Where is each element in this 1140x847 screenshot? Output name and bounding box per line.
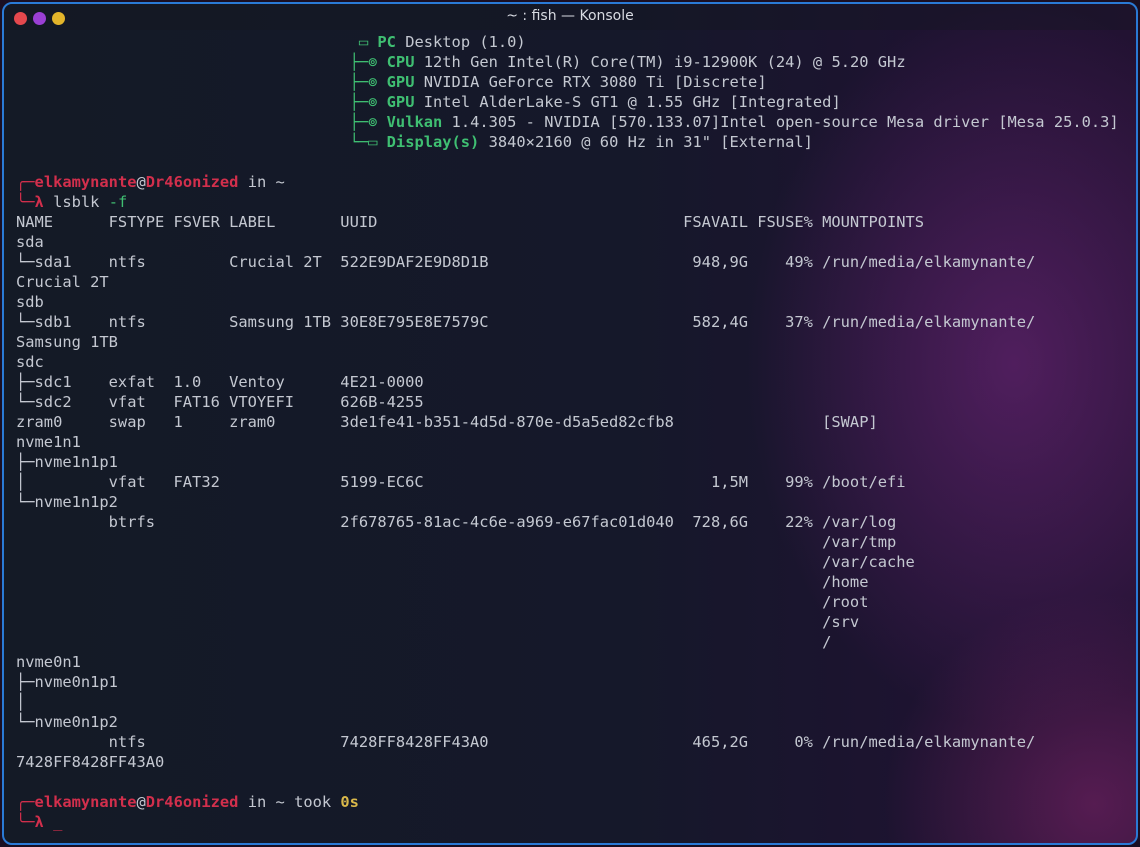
lsblk-row: /home: [16, 573, 869, 591]
prompt-host: Dr46onized: [145, 793, 239, 811]
fastfetch-line: ├─⊚ CPU 12th Gen Intel(R) Core(TM) i9-12…: [16, 52, 1136, 72]
fastfetch-label: Display(s): [386, 133, 480, 151]
prompt-user: elkamynante: [34, 173, 137, 191]
fastfetch-value: Desktop (1.0): [405, 33, 526, 51]
tree-branch: ▭: [349, 33, 378, 51]
fastfetch-label: PC: [377, 33, 396, 51]
lsblk-row: nvme0n1: [16, 653, 81, 671]
fastfetch-label: GPU: [386, 93, 415, 111]
title-bar[interactable]: ~ : fish — Konsole: [4, 4, 1136, 30]
lsblk-row: btrfs 2f678765-81ac-4c6e-a969-e67fac01d0…: [16, 513, 897, 531]
lsblk-row: │ vfat FAT32 5199-EC6C 1,5M 99% /boot/ef…: [16, 473, 906, 491]
tree-branch: ├─⊚: [349, 53, 387, 71]
prompt-at: @: [136, 173, 146, 191]
fastfetch-line: ▭ PC Desktop (1.0): [16, 32, 1136, 52]
konsole-window: ~ : fish — Konsole ▭ PC Desktop (1.0) ├─…: [2, 2, 1138, 845]
lsblk-row: /root: [16, 593, 869, 611]
lsblk-row: ├─nvme0n1p1: [16, 673, 118, 691]
prompt-in: in: [238, 173, 276, 191]
prompt-cwd: ~: [275, 173, 285, 191]
lsblk-row: └─sda1 ntfs Crucial 2T 522E9DAF2E9D8D1B …: [16, 253, 1036, 271]
terminal-output[interactable]: ▭ PC Desktop (1.0) ├─⊚ CPU 12th Gen Inte…: [16, 32, 1136, 843]
fastfetch-value: Intel AlderLake-S GT1 @ 1.55 GHz [Integr…: [423, 93, 841, 111]
terminal-cursor[interactable]: _: [53, 813, 62, 831]
prompt-in: in: [238, 793, 276, 811]
fastfetch-info: ▭ PC Desktop (1.0) ├─⊚ CPU 12th Gen Inte…: [16, 32, 1136, 152]
lsblk-row: sda: [16, 233, 44, 251]
prompt-lambda-icon: λ: [34, 813, 44, 831]
lsblk-row: └─nvme1n1p2: [16, 493, 118, 511]
lsblk-row: /: [16, 633, 832, 651]
lsblk-row: /var/cache: [16, 553, 915, 571]
lsblk-output: sda └─sda1 ntfs Crucial 2T 522E9DAF2E9D8D…: [16, 232, 1136, 772]
lsblk-row: /var/tmp: [16, 533, 897, 551]
window-title: ~ : fish — Konsole: [506, 8, 634, 24]
prompt-cwd: ~: [275, 793, 285, 811]
lsblk-row: 7428FF8428FF43A0: [16, 753, 165, 771]
lsblk-row: ├─sdc1 exfat 1.0 Ventoy 4E21-0000: [16, 373, 424, 391]
command-flag: -f: [108, 193, 128, 211]
lsblk-row: nvme1n1: [16, 433, 81, 451]
lsblk-row: sdb: [16, 293, 44, 311]
prompt-user: elkamynante: [34, 793, 137, 811]
lsblk-row: ntfs 7428FF8428FF43A0 465,2G 0% /run/med…: [16, 733, 1036, 751]
fastfetch-line: └─▭ Display(s) 3840×2160 @ 60 Hz in 31" …: [16, 132, 1136, 152]
tree-branch: └─▭: [349, 133, 387, 151]
fastfetch-line: ├─⊚ Vulkan 1.4.305 - NVIDIA [570.133.07]…: [16, 112, 1136, 132]
lsblk-row: sdc: [16, 353, 44, 371]
prompt-at: @: [136, 793, 146, 811]
tree-branch: ├─⊚: [349, 113, 387, 131]
fastfetch-line: ├─⊚ GPU NVIDIA GeForce RTX 3080 Ti [Disc…: [16, 72, 1136, 92]
lsblk-row: │: [16, 693, 26, 711]
command-line[interactable]: ╰─λ _: [16, 812, 1136, 832]
lsblk-row: └─sdb1 ntfs Samsung 1TB 30E8E795E8E7579C…: [16, 313, 1036, 331]
fastfetch-value: 3840×2160 @ 60 Hz in 31" [External]: [488, 133, 813, 151]
prompt-line: ╭─elkamynante@Dr46onized in ~ took 0s: [16, 793, 359, 811]
fastfetch-label: GPU: [386, 73, 415, 91]
lsblk-row: /srv: [16, 613, 860, 631]
lsblk-row: ├─nvme1n1p1: [16, 453, 118, 471]
lsblk-row: Samsung 1TB: [16, 333, 118, 351]
prompt-line: ╭─elkamynante@Dr46onized in ~: [16, 173, 285, 191]
fastfetch-label: CPU: [386, 53, 415, 71]
lsblk-row: └─sdc2 vfat FAT16 VTOYEFI 626B-4255: [16, 393, 424, 411]
fastfetch-value: NVIDIA GeForce RTX 3080 Ti [Discrete]: [423, 73, 767, 91]
command-line: ╰─λ lsblk -f: [16, 193, 128, 211]
command-text: lsblk: [53, 193, 100, 211]
prompt-took: took: [284, 793, 341, 811]
lsblk-header: NAME FSTYPE FSVER LABEL UUID FSAVAIL FSU…: [16, 213, 925, 231]
tree-branch: ├─⊚: [349, 93, 387, 111]
fastfetch-value: 12th Gen Intel(R) Core(TM) i9-12900K (24…: [423, 53, 906, 71]
prompt-duration: 0s: [340, 793, 359, 811]
prompt-host: Dr46onized: [145, 173, 239, 191]
fastfetch-label: Vulkan: [386, 113, 443, 131]
prompt-lambda-icon: λ: [34, 193, 44, 211]
lsblk-row: zram0 swap 1 zram0 3de1fe41-b351-4d5d-87…: [16, 413, 878, 431]
tree-branch: ├─⊚: [349, 73, 387, 91]
lsblk-row: Crucial 2T: [16, 273, 109, 291]
fastfetch-line: ├─⊚ GPU Intel AlderLake-S GT1 @ 1.55 GHz…: [16, 92, 1136, 112]
fastfetch-value: 1.4.305 - NVIDIA [570.133.07]Intel open-…: [451, 113, 1119, 131]
lsblk-row: └─nvme0n1p2: [16, 713, 118, 731]
